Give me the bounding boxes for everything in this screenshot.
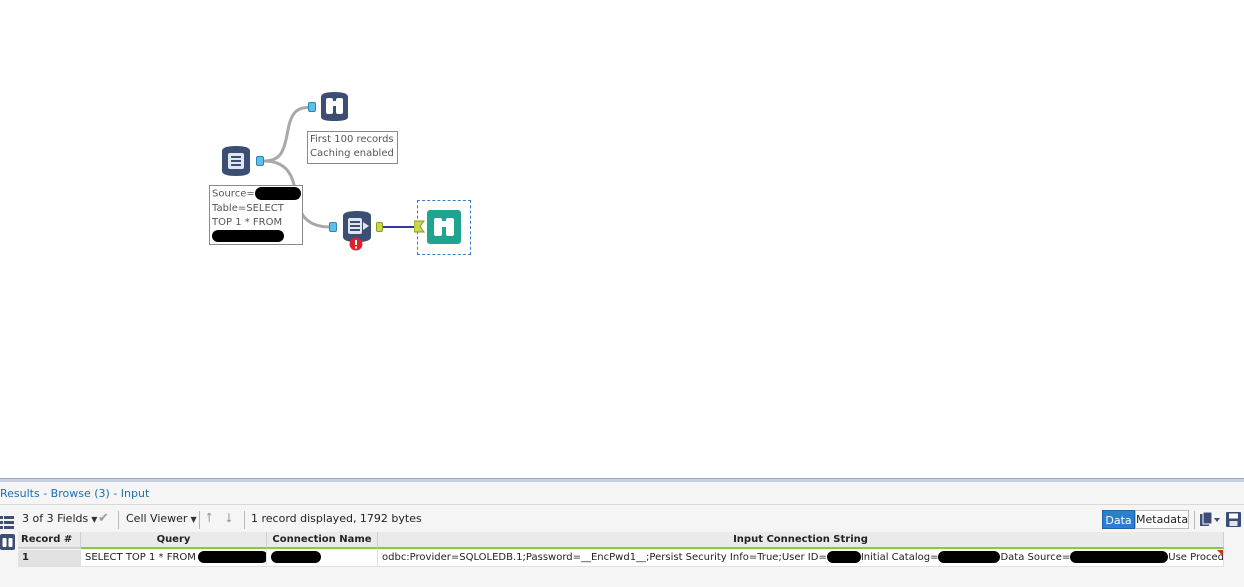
cell-query[interactable]: SELECT TOP 1 * FROM	[81, 550, 267, 567]
input-anchor-browse-1[interactable]	[308, 102, 316, 112]
annotation-source: Source=	[212, 188, 255, 200]
cell-input-connection-string[interactable]: odbc:Provider=SQLOLEDB.1;Password=__EncP…	[378, 550, 1224, 567]
fields-selector[interactable]: 3 of 3 Fields ▼	[22, 511, 97, 528]
arrow-up-icon[interactable]: ⭡	[206, 511, 212, 527]
redaction-mark	[212, 229, 284, 242]
annotation-query: TOP 1 * FROM	[212, 216, 283, 228]
toolbar-separator	[1194, 511, 1195, 529]
fields-count: 3 of 3 Fields	[22, 512, 89, 525]
toolbar-separator	[244, 511, 245, 529]
annotation-table: Table=SELECT	[212, 202, 284, 214]
conn-string-part-3: Data Source=	[1000, 552, 1071, 563]
chevron-down-icon: ▼	[190, 515, 197, 524]
annotation-caching: Caching enabled	[310, 148, 394, 159]
divider	[0, 504, 1244, 505]
save-icon[interactable]	[1226, 512, 1241, 532]
redaction-mark	[254, 187, 301, 200]
input-tool-annotation: Source= Table=SELECT TOP 1 * FROM	[209, 185, 303, 245]
cell-connection-name[interactable]	[267, 550, 378, 567]
truncation-marker	[1217, 550, 1223, 556]
annotation-first-records: First 100 records	[310, 134, 394, 145]
metadata-view-button[interactable]: Metadata	[1135, 510, 1189, 529]
binoculars-icon	[321, 92, 348, 121]
redaction-mark	[271, 551, 321, 563]
column-header-record[interactable]: Record #	[18, 532, 81, 549]
check-icon[interactable]: ✔	[98, 511, 109, 527]
cell-record-number[interactable]: 1	[18, 550, 81, 567]
redaction-mark	[1070, 551, 1169, 563]
results-toolbar: 3 of 3 Fields ▼ ✔ Cell Viewer ▼ ⭡ ⭣ 1 reco…	[0, 509, 1244, 531]
column-header-query[interactable]: Query	[81, 532, 267, 549]
results-window: Results - Browse (3) - Input 3 of 3 Fiel…	[0, 482, 1244, 587]
record-status: 1 record displayed, 1792 bytes	[251, 512, 422, 525]
column-header-connection-name[interactable]: Connection Name	[267, 532, 378, 549]
copy-icon[interactable]	[1200, 511, 1220, 532]
binoculars-icon	[427, 210, 461, 244]
column-header-input-connection-string[interactable]: Input Connection String	[378, 532, 1224, 549]
input-output-anchor[interactable]	[256, 156, 264, 166]
connection-input-to-browse	[263, 105, 312, 163]
browse-tool-2[interactable]	[427, 210, 461, 244]
database-input-icon	[222, 146, 250, 176]
cell-viewer-dropdown[interactable]: Cell Viewer ▼	[126, 511, 197, 528]
dynamic-input-anchor-in[interactable]	[329, 222, 337, 232]
input-data-tool[interactable]	[218, 143, 254, 179]
query-text: SELECT TOP 1 * FROM	[85, 552, 196, 563]
data-view-button[interactable]: Data	[1102, 510, 1135, 529]
browse-tool-annotation: First 100 records Caching enabled	[307, 131, 398, 164]
toolbar-separator	[199, 511, 200, 529]
workflow-connections	[263, 105, 414, 229]
input-anchor-browse-2[interactable]	[413, 220, 426, 233]
cell-viewer-label: Cell Viewer	[126, 512, 188, 525]
conn-string-part-1: odbc:Provider=SQLOLEDB.1;Password=__EncP…	[382, 552, 827, 563]
redaction-mark	[826, 551, 861, 563]
redaction-mark	[197, 551, 266, 563]
workflow-canvas[interactable]: Source= Table=SELECT TOP 1 * FROM First …	[0, 0, 1244, 478]
redaction-mark	[938, 551, 1001, 563]
toolbar-separator	[118, 511, 119, 529]
conn-string-part-2: Initial Catalog=	[860, 552, 939, 563]
binoculars-icon[interactable]	[0, 534, 15, 550]
dynamic-input-anchor-out[interactable]	[376, 222, 383, 232]
error-icon[interactable]	[349, 237, 363, 251]
browse-tool-1[interactable]	[318, 90, 351, 123]
chevron-down-icon: ▼	[91, 515, 98, 524]
conn-string-part-4: Use Procedure for Prepar...	[1168, 552, 1224, 563]
results-title: Results - Browse (3) - Input	[0, 487, 150, 500]
arrow-down-icon[interactable]: ⭣	[226, 511, 232, 527]
